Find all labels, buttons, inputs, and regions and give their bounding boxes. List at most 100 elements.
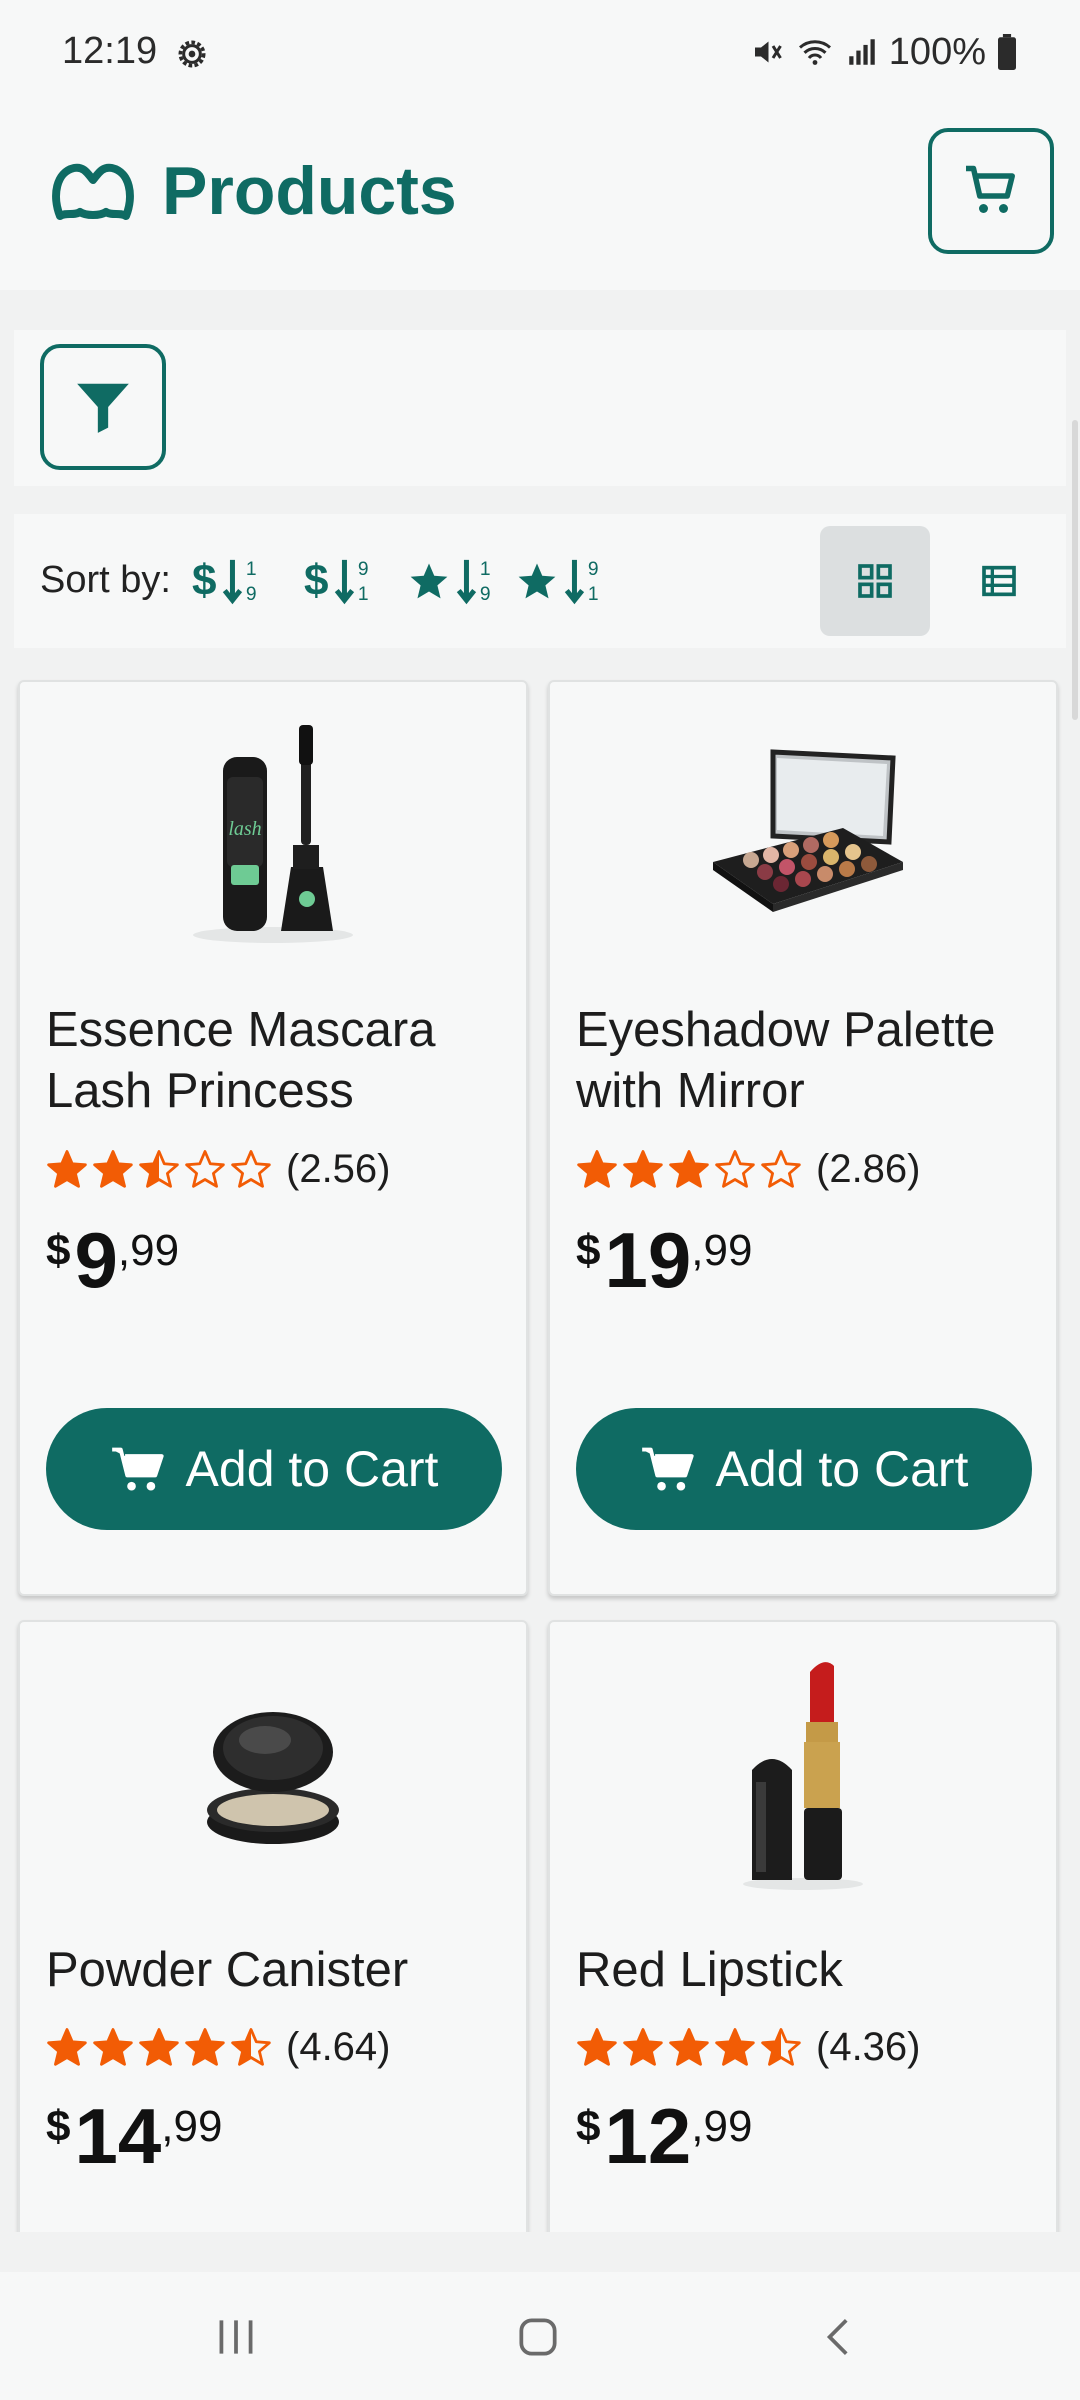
- dollar-icon: $: [304, 556, 329, 605]
- rating: (4.36): [576, 2022, 921, 2072]
- svg-text:9: 9: [480, 584, 491, 605]
- app-bar: Products: [0, 100, 1080, 290]
- price-decimal: ,99: [691, 2102, 753, 2151]
- price-integer: 12: [604, 2092, 692, 2180]
- star-filled-icon: [577, 2028, 617, 2066]
- product-card[interactable]: Red Lipstick (4.36) $ 12 ,99: [548, 1620, 1058, 2260]
- list-view-button[interactable]: [944, 526, 1054, 636]
- rating-value: (4.64): [286, 2024, 391, 2069]
- star-outline-icon: [231, 1150, 271, 1188]
- price-currency: $: [46, 1226, 71, 1275]
- rating: (4.64): [46, 2022, 391, 2072]
- star-filled-icon: [577, 1150, 617, 1188]
- svg-text:9: 9: [588, 559, 599, 580]
- star-filled-icon: [93, 2028, 133, 2066]
- star-filled-icon: [47, 2028, 87, 2066]
- battery-icon: [998, 34, 1016, 70]
- product-name: Essence Mascara Lash Princess: [46, 1003, 436, 1118]
- star-filled-icon: [623, 1150, 663, 1188]
- recent-apps-button[interactable]: [196, 2302, 276, 2372]
- star-half-icon: [231, 2028, 271, 2066]
- star-filled-icon: [669, 2028, 709, 2066]
- signal-icon: [849, 39, 875, 65]
- cart-icon: [111, 1447, 164, 1491]
- product-name: Powder Canister: [46, 1943, 409, 1997]
- sort-label: Sort by:: [40, 559, 171, 601]
- product-card[interactable]: Powder Canister (4.64) $ 14 ,99: [18, 1620, 528, 2260]
- price: $ 14 ,99: [46, 2096, 222, 2176]
- filter-button[interactable]: [40, 344, 166, 470]
- dollar-icon: $: [192, 556, 217, 605]
- product-image: lash: [20, 682, 526, 982]
- rating-value: (2.86): [816, 1146, 921, 1191]
- cart-button[interactable]: [928, 128, 1054, 254]
- star-filled-icon: [715, 2028, 755, 2066]
- shopping-cart-icon: [966, 165, 1015, 213]
- content-bottom-edge: [0, 2232, 1080, 2272]
- list-icon: [982, 565, 1016, 597]
- sort-panel: Sort by: $ 1 9 $ 9 1 1 9 9 1: [14, 514, 1066, 648]
- star-filled-icon: [47, 1150, 87, 1188]
- grid-view-button[interactable]: [820, 526, 930, 636]
- star-icon: [410, 563, 448, 599]
- star-outline-icon: [761, 1150, 801, 1188]
- page-title: Products: [162, 153, 457, 229]
- star-filled-icon: [139, 2028, 179, 2066]
- status-bar: 12:19 100%: [0, 0, 1080, 100]
- price-decimal: ,99: [117, 1226, 180, 1275]
- scrollbar[interactable]: [1072, 420, 1078, 720]
- recent-apps-icon: [219, 2320, 253, 2354]
- add-to-cart-button[interactable]: Add to Cart: [576, 1408, 1032, 1530]
- price-currency: $: [576, 2102, 601, 2151]
- eyeshadow-palette-image: [713, 749, 903, 912]
- product-card[interactable]: Eyeshadow Palette with Mirror (2.86) $ 1…: [548, 680, 1058, 1596]
- star-outline-icon: [715, 1150, 755, 1188]
- price: $ 9 ,99: [46, 1220, 179, 1300]
- app-logo-icon: [52, 163, 134, 220]
- product-name: Red Lipstick: [576, 1943, 843, 1997]
- home-button[interactable]: [498, 2302, 578, 2372]
- sort-descending-icon: 9 1: [564, 559, 599, 605]
- wifi-icon: [798, 40, 831, 65]
- status-time: 12:19: [62, 30, 158, 72]
- back-icon: [826, 2319, 848, 2355]
- sort-rating-desc-button[interactable]: 9 1: [516, 554, 608, 608]
- sort-price-asc-button[interactable]: $ 1 9: [192, 554, 266, 608]
- mascara-image: lash: [193, 725, 353, 943]
- star-icon: [518, 563, 556, 599]
- star-filled-icon: [93, 1150, 133, 1188]
- price-integer: 9: [74, 1216, 118, 1304]
- price-decimal: ,99: [691, 1226, 753, 1275]
- sort-price-desc-button[interactable]: $ 9 1: [304, 554, 378, 608]
- star-half-icon: [139, 1150, 179, 1188]
- svg-text:lash: lash: [228, 818, 261, 840]
- sort-ascending-icon: 1 9: [223, 559, 257, 605]
- sort-ascending-icon: 1 9: [456, 559, 491, 605]
- product-name: Eyeshadow Palette with Mirror: [576, 1003, 996, 1118]
- rating: (2.56): [46, 1144, 391, 1194]
- add-to-cart-button[interactable]: Add to Cart: [46, 1408, 502, 1530]
- back-button[interactable]: [800, 2302, 880, 2372]
- svg-text:1: 1: [358, 584, 369, 605]
- filter-panel: [14, 330, 1066, 486]
- sort-descending-icon: 9 1: [335, 559, 369, 605]
- svg-text:1: 1: [246, 559, 257, 580]
- cart-icon: [641, 1447, 694, 1491]
- battery-percent: 100%: [888, 30, 986, 73]
- star-rating: [576, 2026, 802, 2068]
- star-outline-icon: [185, 1150, 225, 1188]
- star-filled-icon: [185, 2028, 225, 2066]
- product-image: [20, 1622, 526, 1922]
- add-to-cart-label: Add to Cart: [715, 1441, 969, 1497]
- rating-value: (4.36): [816, 2024, 921, 2069]
- product-card[interactable]: lash Essence Mascara Lash Princess (2.56…: [18, 680, 528, 1596]
- price: $ 19 ,99: [576, 1220, 752, 1300]
- red-lipstick-image: [743, 1662, 863, 1890]
- price-currency: $: [46, 2102, 71, 2151]
- status-icons: 100%: [749, 30, 1018, 74]
- settings-gear-icon: [178, 40, 206, 68]
- star-rating: [576, 1148, 802, 1190]
- sort-rating-asc-button[interactable]: 1 9: [408, 554, 500, 608]
- price-integer: 14: [74, 2092, 162, 2180]
- star-filled-icon: [669, 1150, 709, 1188]
